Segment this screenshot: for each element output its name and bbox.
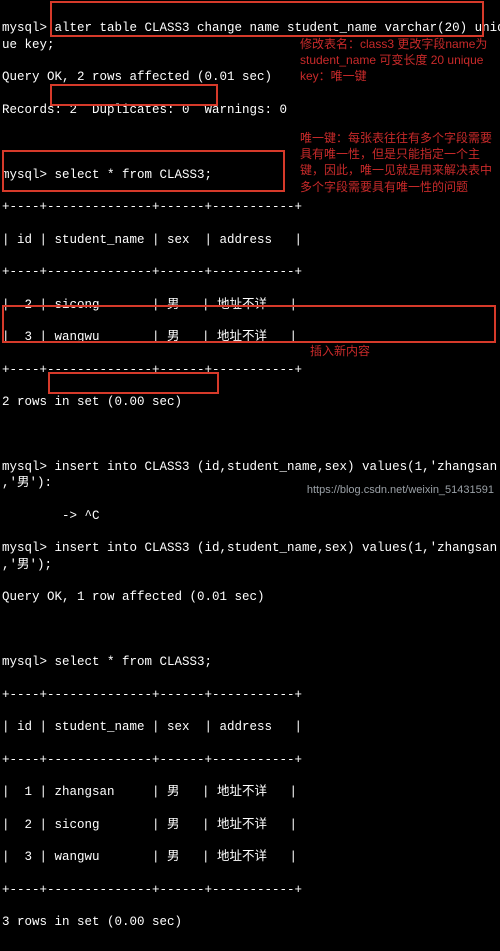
table-row: | 3 | wangwu | 男 | 地址不详 | <box>2 849 498 865</box>
insert-result: Query OK, 1 row affected (0.01 sec) <box>2 589 498 605</box>
annotation-3: 插入新内容 <box>310 343 450 359</box>
watermark: https://blog.csdn.net/weixin_51431591 <box>307 483 494 497</box>
annotation-1: 修改表名：class3 更改字段name为student_name 可变长度 2… <box>300 36 495 85</box>
insert-command-2: mysql> insert into CLASS3 (id,student_na… <box>2 540 498 573</box>
ctrl-c: -> ^C <box>2 508 498 524</box>
prompt: mysql> <box>2 655 55 669</box>
table-row: | 2 | sicong | 男 | 地址不详 | <box>2 817 498 833</box>
table-border: +----+--------------+------+-----------+ <box>2 687 498 703</box>
table-row: | 1 | zhangsan | 男 | 地址不详 | <box>2 784 498 800</box>
rows-count: 3 rows in set (0.00 sec) <box>2 914 498 930</box>
prompt: mysql> <box>2 168 55 182</box>
select-command-1: select * from CLASS3; <box>55 168 213 182</box>
table-border: +----+--------------+------+-----------+ <box>2 752 498 768</box>
select-command-2: select * from CLASS3; <box>55 655 213 669</box>
annotation-2: 唯一键：每张表往往有多个字段需要具有唯一性，但是只能指定一个主键，因此，唯一见就… <box>300 130 495 195</box>
table-border: +----+--------------+------+-----------+ <box>2 264 498 280</box>
alter-records: Records: 2 Duplicates: 0 Warnings: 0 <box>2 102 498 118</box>
table-header: | id | student_name | sex | address | <box>2 232 498 248</box>
rows-count: 2 rows in set (0.00 sec) <box>2 394 498 410</box>
table-border: +----+--------------+------+-----------+ <box>2 882 498 898</box>
table-border: +----+--------------+------+-----------+ <box>2 362 498 378</box>
table-header: | id | student_name | sex | address | <box>2 719 498 735</box>
table-border: +----+--------------+------+-----------+ <box>2 199 498 215</box>
table-row: | 2 | sicong | 男 | 地址不详 | <box>2 297 498 313</box>
